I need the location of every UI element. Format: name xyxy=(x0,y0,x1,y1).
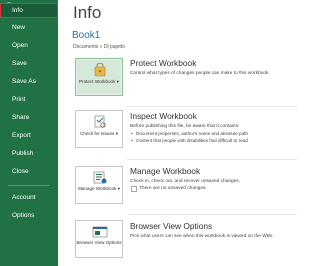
browser-view-heading: Browser View Options xyxy=(130,221,213,231)
no-changes-icon xyxy=(131,186,137,192)
inspect-workbook-description: Before publishing this file, be aware th… xyxy=(130,124,240,129)
nav-close[interactable]: Close xyxy=(0,164,58,179)
section-divider xyxy=(127,159,297,160)
protect-workbook-section: Protect Workbook ▾ Protect Workbook Cont… xyxy=(70,56,298,102)
protect-workbook-button-label: Protect Workbook ▾ xyxy=(78,79,119,84)
page-title: Info xyxy=(73,3,102,22)
nav-info[interactable]: Info xyxy=(0,3,58,18)
nav-options[interactable]: Options xyxy=(0,208,58,223)
nav-export[interactable]: Export xyxy=(0,128,58,143)
section-divider xyxy=(127,214,297,215)
inspect-bullet-properties: Document properties, author's name and a… xyxy=(131,131,248,136)
check-for-issues-label: Check for Issues ▾ xyxy=(80,131,118,136)
nav-publish[interactable]: Publish xyxy=(0,146,58,161)
browser-view-section: Browser View Options Browser View Option… xyxy=(70,218,298,264)
document-path[interactable]: Documents » Dl pajetto xyxy=(73,44,125,50)
manage-workbook-button[interactable]: Manage Workbook ▾ xyxy=(75,166,123,204)
browser-view-description: Pick what users can see when this workbo… xyxy=(130,234,274,239)
backstage-sidebar: Info New Open Save Save As Print Share E… xyxy=(0,0,58,266)
nav-save[interactable]: Save xyxy=(0,56,58,71)
inspect-bullet-accessibility: Content that people with disabilities fi… xyxy=(131,138,248,143)
protect-workbook-heading: Protect Workbook xyxy=(130,58,197,68)
browser-view-options-button[interactable]: Browser View Options xyxy=(75,220,123,258)
nav-save-as[interactable]: Save As xyxy=(0,74,58,89)
manage-workbook-description: Check in, check out, and recover unsaved… xyxy=(130,179,241,184)
nav-new[interactable]: New xyxy=(0,20,58,35)
nav-open[interactable]: Open xyxy=(0,38,58,53)
check-for-issues-button[interactable]: Check for Issues ▾ xyxy=(75,110,123,148)
document-name: Book1 xyxy=(72,30,101,41)
browser-view-icon xyxy=(92,226,108,238)
inspect-workbook-heading: Inspect Workbook xyxy=(130,111,197,121)
sidebar-divider xyxy=(8,185,50,186)
section-divider xyxy=(127,106,297,107)
manage-workbook-label: Manage Workbook ▾ xyxy=(77,186,121,191)
browser-view-options-label: Browser View Options xyxy=(76,240,122,245)
manage-workbook-heading: Manage Workbook xyxy=(130,166,201,176)
manage-workbook-section: Manage Workbook ▾ Manage Workbook Check … xyxy=(70,163,298,209)
inspect-icon xyxy=(94,115,106,128)
manage-workbook-note: There are no unsaved changes. xyxy=(139,186,207,191)
manage-workbook-icon xyxy=(93,171,107,184)
nav-account[interactable]: Account xyxy=(0,190,58,205)
nav-print[interactable]: Print xyxy=(0,92,58,107)
protect-workbook-button[interactable]: Protect Workbook ▾ xyxy=(75,58,123,96)
inspect-workbook-section: Check for Issues ▾ Inspect Workbook Befo… xyxy=(70,110,298,156)
protect-workbook-description: Control what types of changes people can… xyxy=(130,71,270,76)
nav-share[interactable]: Share xyxy=(0,110,58,125)
lock-icon xyxy=(94,63,106,77)
